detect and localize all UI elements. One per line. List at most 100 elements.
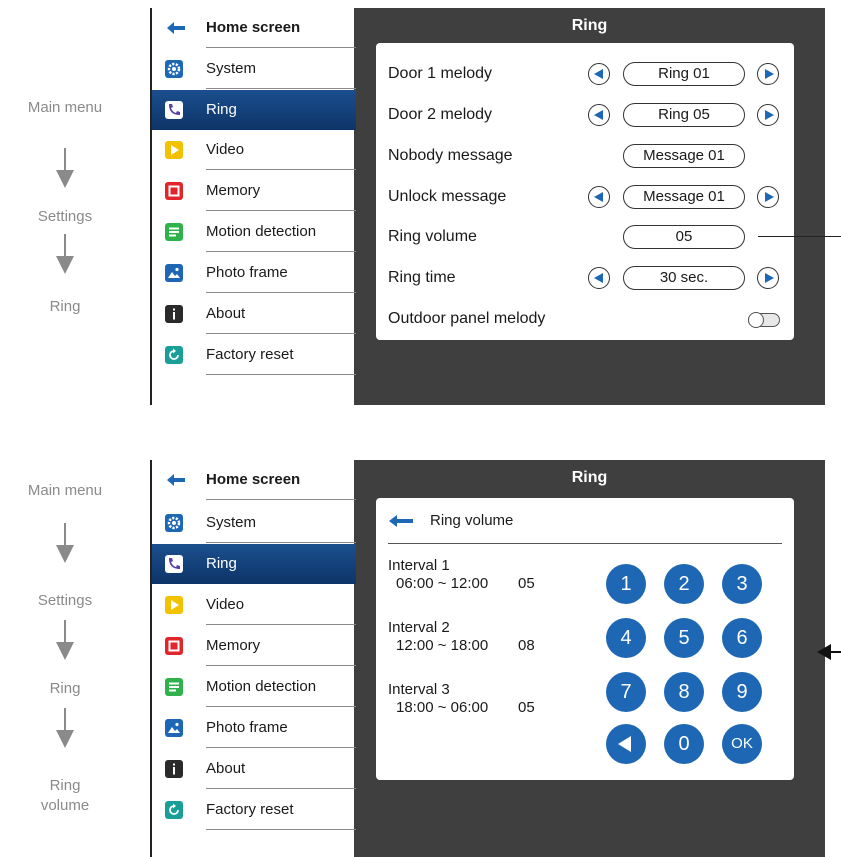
left-arrow-icon	[594, 69, 603, 79]
flow-step-main-menu: Main menu	[27, 482, 103, 499]
sidebar-item-about[interactable]: About	[152, 294, 356, 334]
sidebar-item-label: Factory reset	[206, 801, 294, 818]
door2-melody-value[interactable]: Ring 05	[623, 103, 745, 127]
unlock-message-value[interactable]: Message 01	[623, 185, 745, 209]
sidebar-item-ring[interactable]: Ring	[152, 544, 356, 584]
reset-icon	[165, 801, 183, 819]
back-button[interactable]	[388, 512, 414, 530]
ring-volume-title: Ring volume	[430, 512, 514, 529]
door1-melody-value[interactable]: Ring 01	[623, 62, 745, 86]
back-arrow-icon	[165, 19, 185, 37]
previous-value-button[interactable]	[588, 186, 610, 208]
key-3[interactable]: 3	[722, 564, 762, 604]
setting-row-nobody-message: Nobody message Message 01	[376, 136, 794, 176]
key-2[interactable]: 2	[664, 564, 704, 604]
setting-row-ring-volume: Ring volume 05	[376, 217, 794, 257]
screen-title: Ring	[571, 469, 608, 486]
sidebar-item-label: About	[206, 760, 246, 777]
sidebar-item-factory-reset[interactable]: Factory reset	[152, 790, 356, 830]
home-screen-label: Home screen	[206, 19, 301, 36]
sidebar-item-label: Ring	[206, 101, 237, 118]
screen-title: Ring	[571, 17, 608, 34]
key-8[interactable]: 8	[664, 672, 704, 712]
flow-step-settings: Settings	[37, 592, 93, 609]
sidebar-item-ring[interactable]: Ring	[152, 90, 356, 130]
sidebar-item-memory[interactable]: Memory	[152, 171, 356, 211]
ring-time-value[interactable]: 30 sec.	[623, 266, 745, 290]
sidebar-item-system[interactable]: System	[152, 503, 356, 543]
sidebar-item-label: System	[206, 514, 257, 531]
sidebar-item-label: Video	[206, 141, 245, 158]
ring-volume-header: Ring volume	[376, 498, 794, 544]
key-4[interactable]: 4	[606, 618, 646, 658]
down-arrow-icon	[56, 708, 74, 748]
key-ok[interactable]: OK	[722, 724, 762, 764]
key-7[interactable]: 7	[606, 672, 646, 712]
sidebar-item-video[interactable]: Video	[152, 585, 356, 625]
flow-step-ring: Ring	[49, 680, 81, 697]
key-1[interactable]: 1	[606, 564, 646, 604]
key-backspace[interactable]	[606, 724, 646, 764]
sidebar-item-video[interactable]: Video	[152, 130, 356, 170]
interval-2[interactable]: Interval 2 12:00 ~ 18:00 08	[388, 619, 535, 654]
sidebar-item-factory-reset[interactable]: Factory reset	[152, 335, 356, 375]
previous-value-button[interactable]	[588, 104, 610, 126]
play-icon	[165, 141, 183, 159]
setting-label: Ring volume	[388, 228, 477, 245]
ring-settings-screen: Home screen System Ring Video Memory Mot…	[150, 8, 825, 405]
record-icon	[165, 637, 183, 655]
sidebar-item-photo-frame[interactable]: Photo frame	[152, 708, 356, 748]
outdoor-panel-melody-toggle[interactable]	[748, 312, 780, 328]
next-value-button[interactable]	[757, 267, 779, 289]
sidebar-item-label: System	[206, 60, 257, 77]
backspace-icon	[618, 736, 631, 752]
key-6[interactable]: 6	[722, 618, 762, 658]
sidebar-item-label: Memory	[206, 637, 261, 654]
sidebar-item-photo-frame[interactable]: Photo frame	[152, 253, 356, 293]
next-value-button[interactable]	[757, 104, 779, 126]
sidebar-item-about[interactable]: About	[152, 749, 356, 789]
ring-volume-panel: Ring volume Interval 1 06:00 ~ 12:00 05 …	[376, 498, 794, 780]
sidebar-item-label: Motion detection	[206, 223, 317, 240]
sidebar-item-system[interactable]: System	[152, 49, 356, 89]
setting-label: Ring time	[388, 269, 456, 286]
previous-value-button[interactable]	[588, 267, 610, 289]
sidebar-item-memory[interactable]: Memory	[152, 626, 356, 666]
home-screen-button[interactable]: Home screen	[152, 460, 356, 500]
key-9[interactable]: 9	[722, 672, 762, 712]
sidebar-item-motion-detection[interactable]: Motion detection	[152, 212, 356, 252]
interval-range: 18:00 ~ 06:00	[396, 699, 489, 716]
ring-volume-value[interactable]: 05	[623, 225, 745, 249]
nobody-message-value[interactable]: Message 01	[623, 144, 745, 168]
setting-row-unlock-message: Unlock message Message 01	[376, 177, 794, 217]
setting-label: Nobody message	[388, 147, 513, 164]
key-0[interactable]: 0	[664, 724, 704, 764]
sidebar-item-label: Motion detection	[206, 678, 317, 695]
interval-name: Interval 1	[388, 557, 450, 574]
back-arrow-icon	[389, 515, 413, 527]
sidebar-item-label: About	[206, 305, 246, 322]
right-arrow-icon	[765, 69, 774, 79]
down-arrow-icon	[56, 620, 74, 660]
interval-1[interactable]: Interval 1 06:00 ~ 12:00 05	[388, 557, 535, 592]
key-5[interactable]: 5	[664, 618, 704, 658]
next-value-button[interactable]	[757, 63, 779, 85]
callout-line	[758, 236, 841, 237]
setting-label: Door 2 melody	[388, 106, 493, 123]
sidebar-item-motion-detection[interactable]: Motion detection	[152, 667, 356, 707]
previous-value-button[interactable]	[588, 63, 610, 85]
setting-label: Unlock message	[388, 188, 507, 205]
interval-name: Interval 2	[388, 619, 450, 636]
reset-icon	[165, 346, 183, 364]
setting-label: Outdoor panel melody	[388, 310, 546, 327]
next-value-button[interactable]	[757, 186, 779, 208]
interval-3[interactable]: Interval 3 18:00 ~ 06:00 05	[388, 681, 535, 716]
sidebar-item-label: Photo frame	[206, 719, 288, 736]
home-screen-button[interactable]: Home screen	[152, 8, 356, 48]
sidebar-item-label: Photo frame	[206, 264, 288, 281]
sidebar-item-label: Ring	[206, 555, 237, 572]
left-arrow-icon	[594, 273, 603, 283]
right-arrow-icon	[765, 192, 774, 202]
landscape-icon	[165, 264, 183, 282]
left-arrow-icon	[594, 192, 603, 202]
